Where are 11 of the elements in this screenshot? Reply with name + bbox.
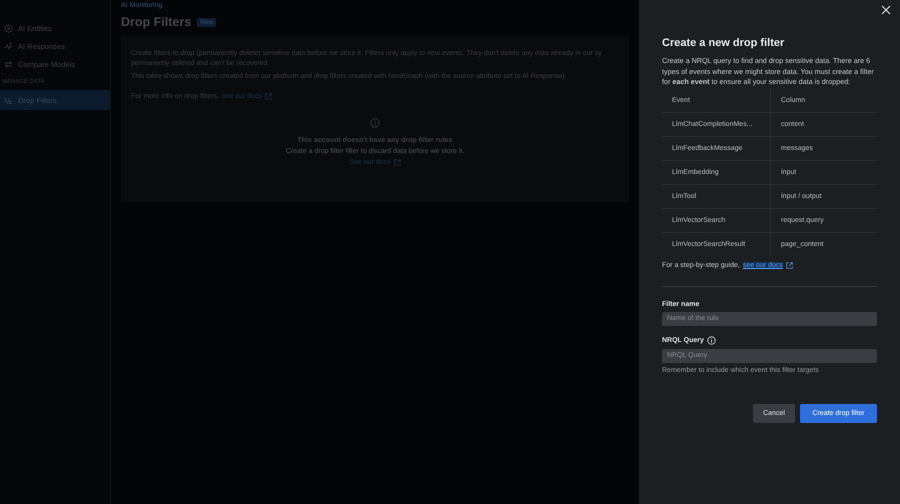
drawer-title: Create a new drop filter xyxy=(662,37,786,49)
info-icon[interactable] xyxy=(706,336,716,344)
pulse-icon xyxy=(4,42,13,50)
page-title: Drop Filters xyxy=(121,15,192,29)
info-icon xyxy=(370,118,380,128)
external-link-icon xyxy=(394,159,401,166)
hexagon-icon xyxy=(4,24,13,32)
fraction-icon xyxy=(4,96,13,104)
external-link-icon xyxy=(265,93,272,100)
swap-arrows-icon xyxy=(4,60,13,68)
external-link-icon xyxy=(786,262,793,268)
